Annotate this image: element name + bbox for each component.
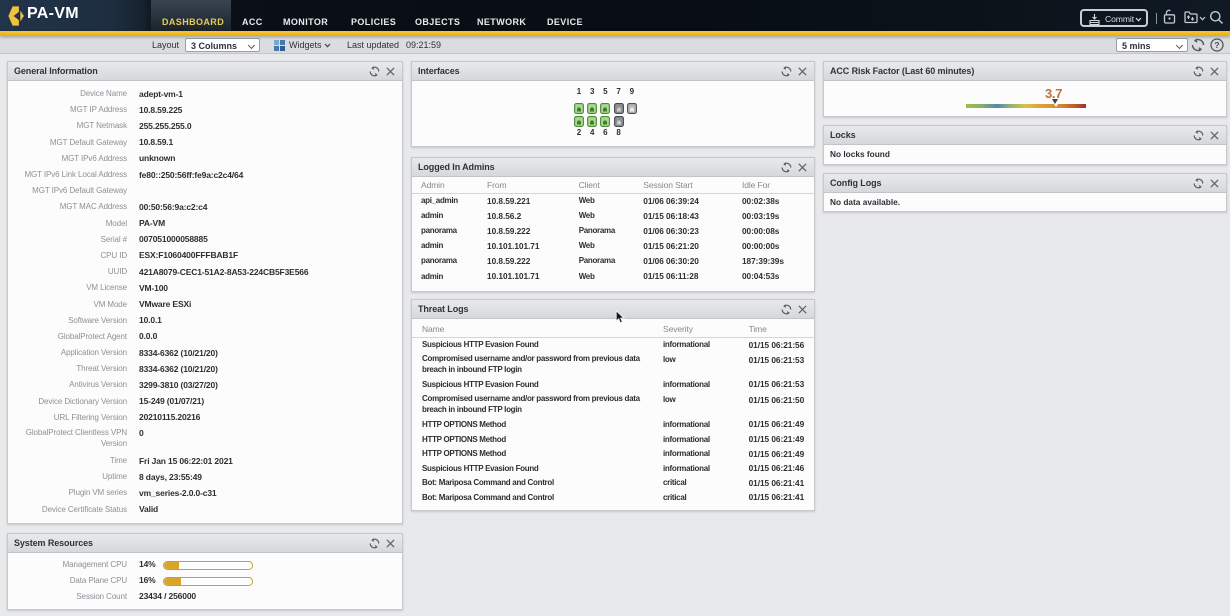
svg-text:?: ? xyxy=(1214,40,1219,50)
